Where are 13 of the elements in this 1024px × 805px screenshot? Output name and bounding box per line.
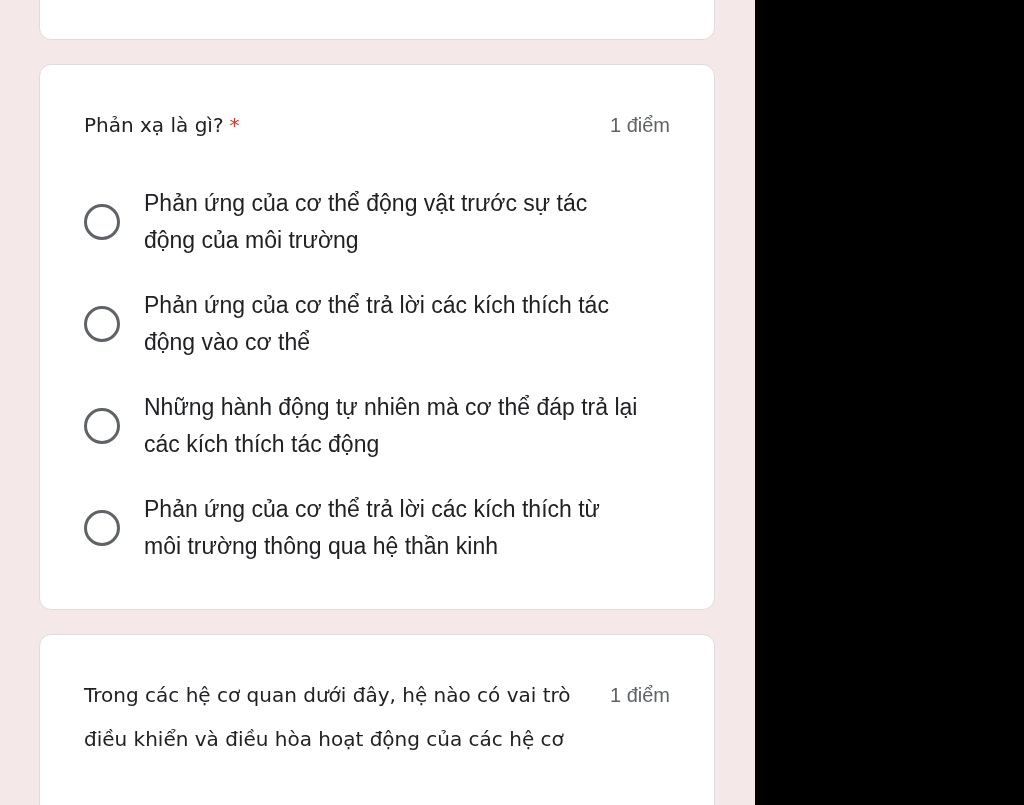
option-label[interactable]: Những hành động tự nhiên mà cơ thể đáp trả lại các kích thích tác động — [144, 389, 639, 463]
points-label: 1 điểm — [609, 113, 670, 138]
radio-button[interactable] — [84, 408, 120, 444]
radio-button[interactable] — [84, 510, 120, 546]
option-label[interactable]: Phản ứng của cơ thể trả lời các kích thích từ môi trường thông qua hệ thần kinh — [144, 491, 639, 565]
question-title: Trong các hệ cơ quan dưới đây, hệ nào có vai trò điều khiển và điều hòa hoạt động của các hệ cơ — [84, 682, 572, 753]
question-title: Phản xạ là gì? * — [84, 112, 240, 139]
option-label[interactable]: Phản ứng của cơ thể trả lời các kích thích tác động vào cơ thể — [144, 287, 639, 361]
points-label: 1 điểm — [609, 683, 670, 708]
required-asterisk: * — [229, 113, 240, 137]
option-label[interactable]: Phản ứng của cơ thể động vật trước sự tác động của môi trường — [144, 185, 639, 259]
radio-button[interactable] — [84, 204, 120, 240]
radio-button[interactable] — [84, 306, 120, 342]
